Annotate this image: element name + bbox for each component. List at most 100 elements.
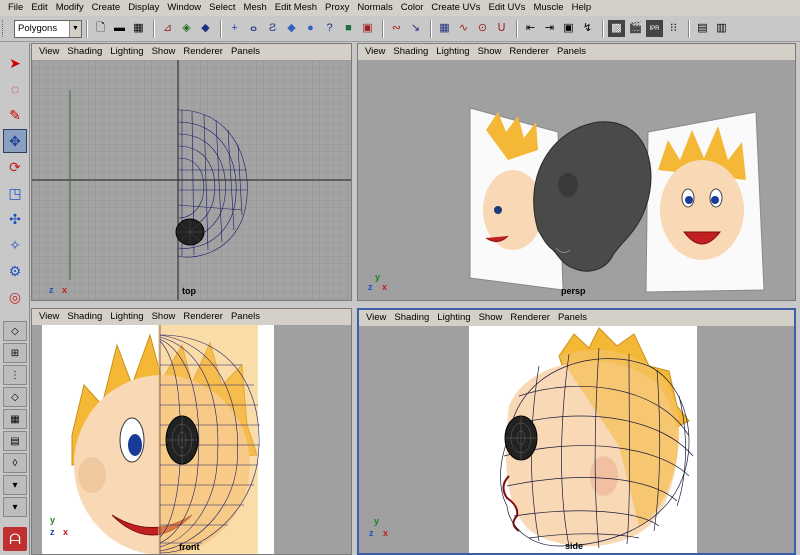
panel-menu-panels[interactable]: Panels <box>227 309 264 325</box>
panel-menu-view[interactable]: View <box>362 310 390 326</box>
four-pane-layout-icon[interactable]: ⊞ <box>3 343 27 363</box>
move-tool-icon[interactable]: ✥ <box>3 129 27 153</box>
ipr-render-icon[interactable]: 🎬 <box>627 20 644 37</box>
paint-select-tool-icon[interactable]: ✎ <box>3 103 27 127</box>
ipr-icon[interactable]: IPR <box>646 20 663 37</box>
top-viewport[interactable]: z x top <box>32 60 351 300</box>
persp-graph-layout-icon[interactable]: ⋮ <box>3 365 27 385</box>
panel-menu-show[interactable]: Show <box>148 44 180 60</box>
menu-proxy[interactable]: Proxy <box>321 0 353 16</box>
menu-edit-uvs[interactable]: Edit UVs <box>485 0 530 16</box>
separator <box>516 19 518 38</box>
panel-menu-panels[interactable]: Panels <box>553 44 590 60</box>
front-viewport-panel: View Shading Lighting Show Renderer Pane… <box>31 308 352 555</box>
panel-menu-panels[interactable]: Panels <box>554 310 591 326</box>
hypershade-layout-icon[interactable]: ▦ <box>3 409 27 429</box>
history-icon[interactable]: ▣ <box>560 20 577 37</box>
snap-grid-icon[interactable]: ▦ <box>436 20 453 37</box>
toggle-attribute-editor-icon[interactable]: ▥ <box>713 20 730 37</box>
menu-display[interactable]: Display <box>124 0 163 16</box>
panel-menu-show[interactable]: Show <box>474 44 506 60</box>
select-by-object-icon[interactable]: ◈ <box>178 20 195 37</box>
panel-menu-lighting[interactable]: Lighting <box>432 44 473 60</box>
scale-tool-icon[interactable]: ◳ <box>3 181 27 205</box>
single-pane-layout-icon[interactable]: ◇ <box>3 321 27 341</box>
menu-file[interactable]: File <box>4 0 27 16</box>
menu-select[interactable]: Select <box>205 0 239 16</box>
select-rendering-icon[interactable]: ■ <box>340 20 357 37</box>
construction-history-icon[interactable]: ↯ <box>579 20 596 37</box>
select-by-component-icon[interactable]: ◆ <box>197 20 214 37</box>
panel-menu-shading[interactable]: Shading <box>389 44 432 60</box>
panel-menu-renderer[interactable]: Renderer <box>179 309 227 325</box>
panel-menu-shading[interactable]: Shading <box>390 310 433 326</box>
panel-menu-renderer[interactable]: Renderer <box>506 310 554 326</box>
menu-set-dropdown[interactable]: Polygons ▼ <box>14 19 82 38</box>
menu-window[interactable]: Window <box>163 0 205 16</box>
panel-menu-show[interactable]: Show <box>475 310 507 326</box>
axis-label-x: x <box>383 528 389 538</box>
input-ops-icon[interactable]: ⇤ <box>522 20 539 37</box>
panel-menu-shading[interactable]: Shading <box>63 44 106 60</box>
select-curves-icon[interactable]: Ƨ <box>264 20 281 37</box>
menu-modify[interactable]: Modify <box>52 0 88 16</box>
universal-manipulator-icon[interactable]: ✣ <box>3 207 27 231</box>
select-misc-icon[interactable]: ▣ <box>359 20 376 37</box>
menu-create[interactable]: Create <box>88 0 125 16</box>
separator <box>153 19 155 38</box>
expand-layouts-icon[interactable]: ▾ <box>3 475 27 495</box>
menu-muscle[interactable]: Muscle <box>529 0 567 16</box>
output-ops-icon[interactable]: ⇥ <box>541 20 558 37</box>
soft-modification-icon[interactable]: ✧ <box>3 233 27 257</box>
panel-menu-lighting[interactable]: Lighting <box>106 309 147 325</box>
panel-menu-shading[interactable]: Shading <box>63 309 106 325</box>
panel-menu-lighting[interactable]: Lighting <box>106 44 147 60</box>
persp-viewport[interactable]: y z x persp <box>358 60 795 300</box>
lock-selection-icon[interactable]: ∾ <box>388 20 405 37</box>
select-by-hierarchy-icon[interactable]: ⊿ <box>159 20 176 37</box>
persp-outliner-layout-icon[interactable]: ◇ <box>3 387 27 407</box>
menu-help[interactable]: Help <box>568 0 596 16</box>
rotate-tool-icon[interactable]: ⟳ <box>3 155 27 179</box>
panel-menu-lighting[interactable]: Lighting <box>433 310 474 326</box>
render-icon[interactable]: ▩ <box>608 20 625 37</box>
menu-normals[interactable]: Normals <box>353 0 396 16</box>
menu-mesh[interactable]: Mesh <box>240 0 271 16</box>
menu-edit-mesh[interactable]: Edit Mesh <box>271 0 321 16</box>
last-tool-icon[interactable]: ◎ <box>3 285 27 309</box>
open-scene-icon[interactable]: ▬ <box>111 20 128 37</box>
snap-point-icon[interactable]: ⊙ <box>474 20 491 37</box>
select-joints-icon[interactable]: ⴰ <box>245 20 262 37</box>
show-manipulator-icon[interactable]: ⚙ <box>3 259 27 283</box>
select-dynamics-icon[interactable]: ? <box>321 20 338 37</box>
render-settings-icon[interactable]: ⁝⁝ <box>665 20 682 37</box>
lasso-tool-icon[interactable]: ◌ <box>3 77 27 101</box>
panel-menu-renderer[interactable]: Renderer <box>505 44 553 60</box>
menu-edit[interactable]: Edit <box>27 0 51 16</box>
toggle-channel-box-icon[interactable]: ▤ <box>694 20 711 37</box>
select-handles-icon[interactable]: + <box>226 20 243 37</box>
highlight-selection-icon[interactable]: ↘ <box>407 20 424 37</box>
snap-curve-icon[interactable]: ∿ <box>455 20 472 37</box>
front-viewport[interactable]: y z x front <box>32 325 351 554</box>
snap-plane-icon[interactable]: Ս <box>493 20 510 37</box>
select-deformations-icon[interactable]: ● <box>302 20 319 37</box>
main-menubar: File Edit Modify Create Display Window S… <box>0 0 800 16</box>
panel-menubar: View Shading Lighting Show Renderer Pane… <box>358 44 795 60</box>
select-surfaces-icon[interactable]: ◆ <box>283 20 300 37</box>
side-viewport[interactable]: y z x side <box>359 326 794 553</box>
panel-menu-renderer[interactable]: Renderer <box>179 44 227 60</box>
save-scene-icon[interactable]: ▦ <box>130 20 147 37</box>
panel-menu-view[interactable]: View <box>35 309 63 325</box>
panel-menu-show[interactable]: Show <box>148 309 180 325</box>
more-layouts-icon[interactable]: ▾ <box>3 497 27 517</box>
menu-create-uvs[interactable]: Create UVs <box>427 0 484 16</box>
outliner-layout-icon[interactable]: ◊ <box>3 453 27 473</box>
panel-menu-panels[interactable]: Panels <box>227 44 264 60</box>
select-tool-icon[interactable]: ➤ <box>3 51 27 75</box>
new-scene-icon[interactable]: 🗋 <box>92 20 109 37</box>
panel-menu-view[interactable]: View <box>35 44 63 60</box>
graph-editor-layout-icon[interactable]: ▤ <box>3 431 27 451</box>
panel-menu-view[interactable]: View <box>361 44 389 60</box>
menu-color[interactable]: Color <box>397 0 428 16</box>
